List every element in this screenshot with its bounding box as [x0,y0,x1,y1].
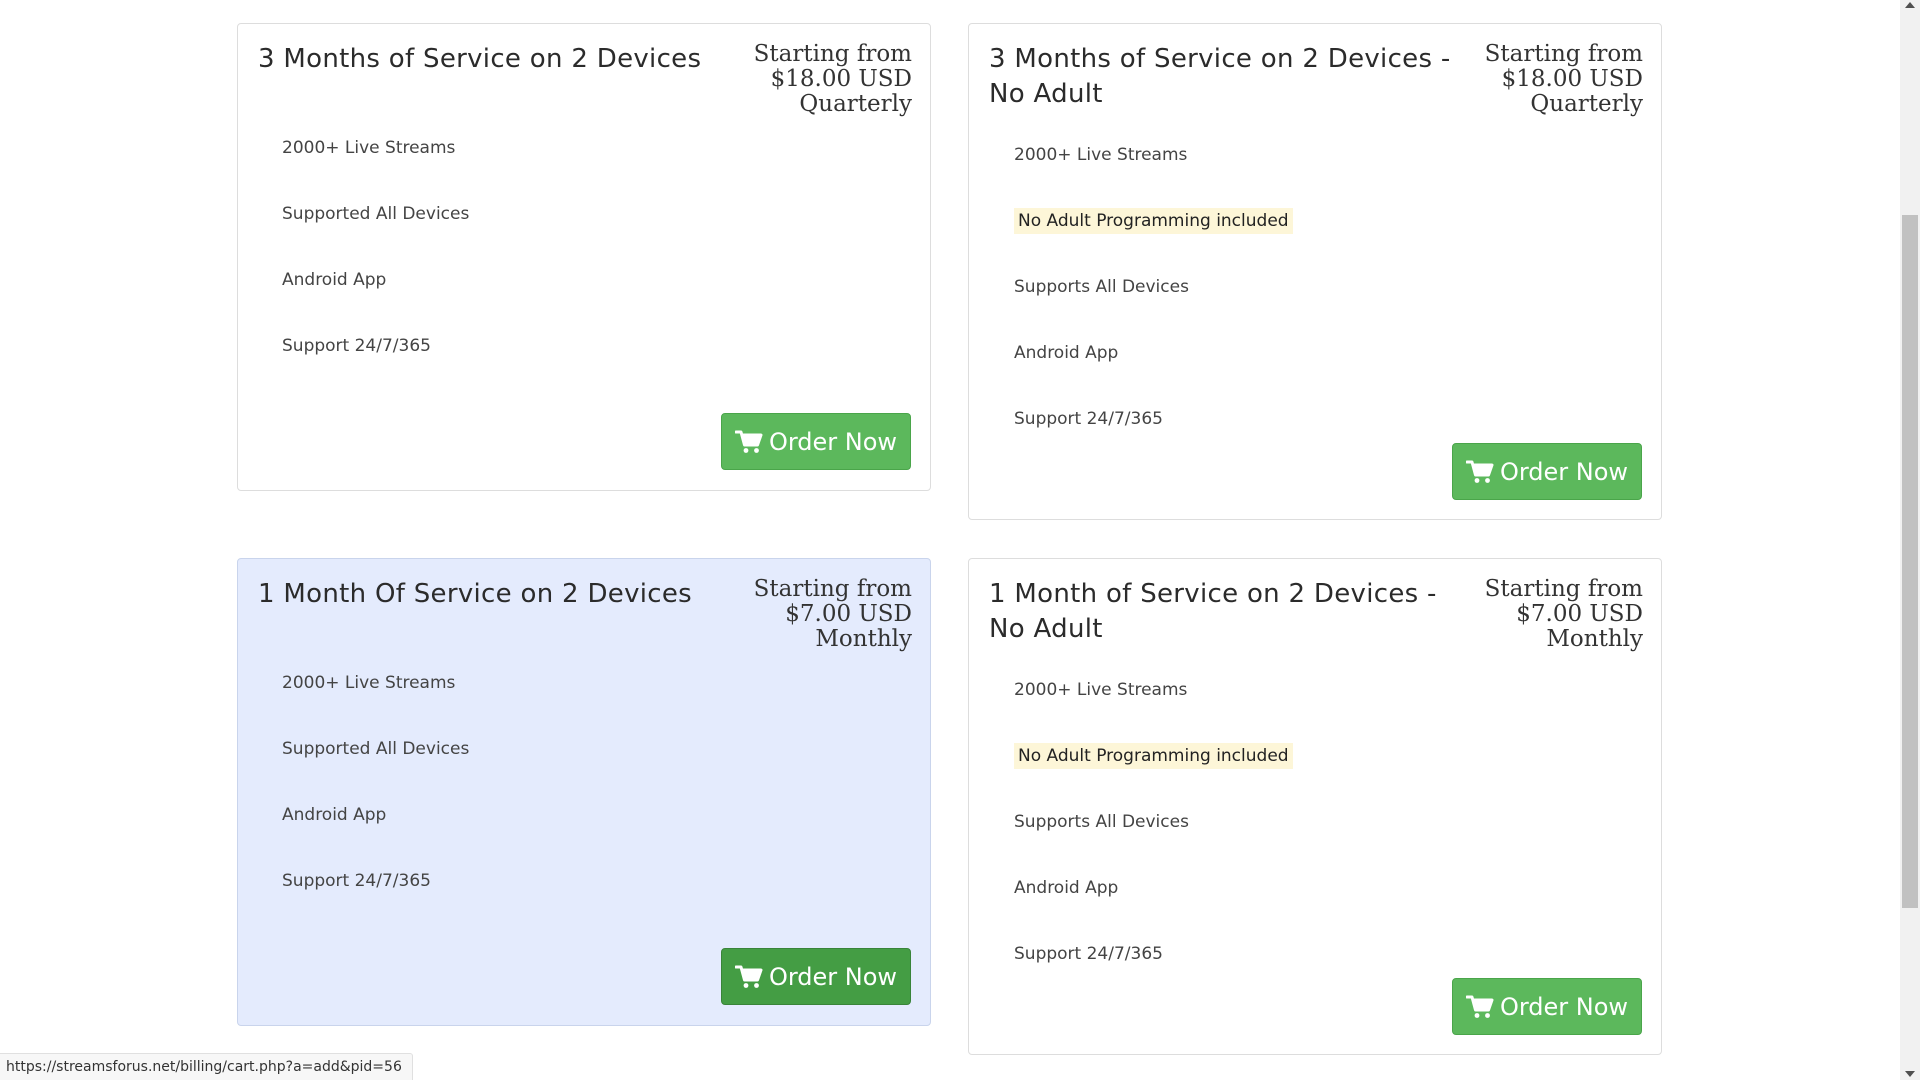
order-now-label: Order Now [1499,457,1629,486]
scrollbar-thumb[interactable] [1902,215,1918,908]
feature-item: Supports All Devices [1014,812,1189,832]
scroll-down-arrow-icon[interactable] [1905,1071,1915,1077]
order-now-label: Order Now [768,962,898,991]
plan-card-1-month: 1 Month Of Service on 2 Devices Starting… [237,558,931,1026]
price-label: Starting from [753,41,912,67]
shopping-cart-icon [1465,460,1494,483]
price-cycle: Monthly [1546,626,1643,652]
price-label: Starting from [753,576,912,602]
feature-item: Android App [1014,878,1119,898]
feature-item: 2000+ Live Streams [1014,680,1188,700]
feature-item: Android App [282,805,387,825]
order-now-button[interactable]: Order Now [721,948,911,1005]
feature-item-no-adult-badge: No Adult Programming included [1014,743,1293,811]
price-amount: $7.00 USD [1516,601,1643,627]
feature-item: 2000+ Live Streams [282,138,456,158]
scroll-up-arrow-icon[interactable] [1905,2,1915,8]
feature-item: Supported All Devices [282,739,470,759]
price-amount: $18.00 USD [770,66,912,92]
feature-item: Support 24/7/365 [282,871,431,891]
price-cycle: Quarterly [799,91,912,117]
plan-price: Starting from $7.00 USD Monthly [754,577,912,652]
price-cycle: Quarterly [1530,91,1643,117]
shopping-cart-icon [734,430,763,453]
plan-title: 1 Month of Service on 2 Devices - No Adu… [989,579,1437,644]
feature-item: 2000+ Live Streams [1014,145,1188,165]
plan-title: 3 Months of Service on 2 Devices [258,44,702,74]
feature-item: Android App [1014,343,1119,363]
shopping-cart-icon [1465,995,1494,1018]
price-label: Starting from [1484,576,1643,602]
order-now-label: Order Now [1499,992,1629,1021]
plan-price: Starting from $18.00 USD Quarterly [1485,42,1643,117]
order-now-button[interactable]: Order Now [1452,978,1642,1035]
order-now-button[interactable]: Order Now [1452,443,1642,500]
price-cycle: Monthly [815,626,912,652]
feature-list: 2000+ Live Streams No Adult Programming … [1014,679,1293,1009]
plan-price: Starting from $18.00 USD Quarterly [754,42,912,117]
feature-item: Support 24/7/365 [282,336,431,356]
order-now-button[interactable]: Order Now [721,413,911,470]
feature-item: Android App [282,270,387,290]
plan-card-3-months-no-adult: 3 Months of Service on 2 Devices - No Ad… [968,23,1662,520]
page: 3 Months of Service on 2 Devices Startin… [0,0,1920,1080]
price-amount: $7.00 USD [785,601,912,627]
feature-item: Support 24/7/365 [1014,409,1163,429]
plan-price: Starting from $7.00 USD Monthly [1485,577,1643,652]
plan-card-3-months: 3 Months of Service on 2 Devices Startin… [237,23,931,491]
feature-list: 2000+ Live Streams No Adult Programming … [1014,144,1293,474]
feature-list: 2000+ Live Streams Supported All Devices… [282,672,469,936]
feature-item-no-adult-badge: No Adult Programming included [1014,208,1293,276]
feature-item: Supported All Devices [282,204,470,224]
shopping-cart-icon [734,965,763,988]
plan-card-1-month-no-adult: 1 Month of Service on 2 Devices - No Adu… [968,558,1662,1055]
status-bar-url: https://streamsforus.net/billing/cart.ph… [0,1053,413,1080]
plan-title: 3 Months of Service on 2 Devices - No Ad… [989,44,1451,109]
plan-title: 1 Month Of Service on 2 Devices [258,579,693,609]
feature-item: Support 24/7/365 [1014,944,1163,964]
feature-list: 2000+ Live Streams Supported All Devices… [282,137,469,401]
order-now-label: Order Now [768,427,898,456]
price-amount: $18.00 USD [1501,66,1643,92]
feature-item: 2000+ Live Streams [282,673,456,693]
feature-item: Supports All Devices [1014,277,1189,297]
price-label: Starting from [1484,41,1643,67]
vertical-scrollbar[interactable] [1900,0,1920,1080]
